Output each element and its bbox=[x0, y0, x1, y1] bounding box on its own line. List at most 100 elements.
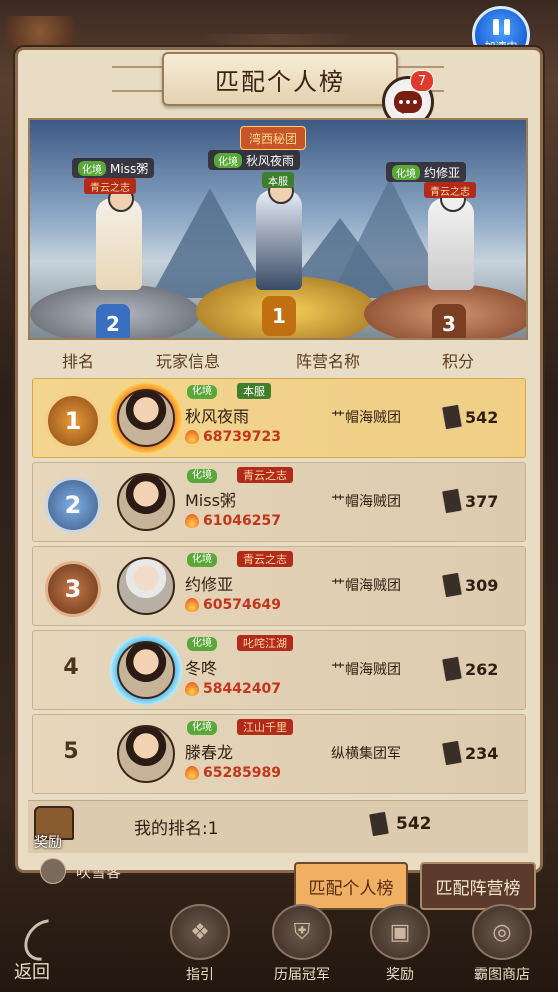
player-name: 约修亚 bbox=[185, 575, 234, 594]
table-row[interactable]: 5 化境 江山千里 滕春龙 65285989 纵横集团军 234 bbox=[32, 714, 526, 794]
realm-tag: 化境 bbox=[187, 721, 217, 735]
rank-medal-bronze-icon: 3 bbox=[45, 561, 101, 617]
faction-name: 艹帽海贼团 bbox=[331, 410, 401, 426]
score-number: 234 bbox=[465, 743, 499, 763]
nameplate-second: 化境 Miss粥 bbox=[72, 158, 155, 178]
table-row[interactable]: 1 化境 本服 秋风夜雨 68739723 艹帽海贼团 542 bbox=[32, 378, 526, 458]
page-title: 匹配个人榜 bbox=[162, 52, 398, 106]
score-number: 262 bbox=[465, 659, 499, 679]
server-tag: 青云之志 bbox=[237, 551, 293, 567]
col-player: 玩家信息 bbox=[155, 352, 220, 371]
back-label: 返回 bbox=[14, 962, 50, 983]
table-header: 排名 玩家信息 阵营名称 积分 bbox=[28, 342, 528, 378]
server-tag: 青云之志 bbox=[237, 467, 293, 483]
power-value: 68739723 bbox=[185, 429, 281, 445]
server-tag: 叱咤江湖 bbox=[237, 635, 293, 651]
podium-scene: 2 1 3 化境 Miss粥 青云之志 化境 秋风夜雨 本服 化境 约修亚 青云… bbox=[28, 118, 528, 340]
flame-icon bbox=[185, 598, 199, 612]
nameplate-third: 化境 约修亚 bbox=[386, 162, 467, 182]
power-number: 60574649 bbox=[203, 597, 281, 613]
realm-tag: 化境 bbox=[187, 469, 217, 483]
podium-name-second: Miss粥 bbox=[110, 161, 149, 176]
my-score-number: 542 bbox=[396, 814, 432, 834]
token-icon bbox=[368, 810, 390, 838]
avatar[interactable] bbox=[117, 473, 175, 531]
player-name: 冬咚 bbox=[185, 659, 218, 678]
reward-button[interactable]: 奖励 bbox=[30, 802, 74, 854]
character-first[interactable] bbox=[256, 190, 302, 290]
chest-icon: ▣ bbox=[370, 904, 430, 960]
faction-name: 纵横集团军 bbox=[331, 746, 401, 762]
my-rank-text: 我的排名:1 bbox=[134, 819, 219, 839]
score-number: 309 bbox=[465, 575, 499, 595]
power-value: 60574649 bbox=[185, 597, 281, 613]
reward-label: 奖励 bbox=[34, 835, 62, 851]
realm-tag: 化境 bbox=[187, 637, 217, 651]
power-number: 65285989 bbox=[203, 765, 281, 781]
background-player-name: 吹雪客 bbox=[76, 862, 122, 881]
table-row[interactable]: 3 化境 青云之志 约修亚 60574649 艹帽海贼团 309 bbox=[32, 546, 526, 626]
chat-icon bbox=[394, 91, 422, 114]
rank-medal-silver-icon: 2 bbox=[45, 477, 101, 533]
server-tag-third: 青云之志 bbox=[424, 182, 476, 198]
table-row[interactable]: 2 化境 青云之志 Miss粥 61046257 艹帽海贼团 377 bbox=[32, 462, 526, 542]
score-value: 309 bbox=[441, 571, 499, 599]
back-button[interactable]: 返回 bbox=[14, 911, 74, 984]
flame-icon bbox=[185, 514, 199, 528]
faction-name: 艹帽海贼团 bbox=[331, 662, 401, 678]
nav-champions-label: 历届冠军 bbox=[274, 967, 330, 983]
nav-reward-label: 奖励 bbox=[386, 967, 414, 983]
token-icon bbox=[441, 403, 463, 431]
podium-rank-third: 3 bbox=[432, 304, 466, 338]
avatar bbox=[40, 858, 66, 884]
podium-rank-first: 1 bbox=[262, 296, 296, 336]
tab-faction-ranking[interactable]: 匹配阵营榜 bbox=[420, 862, 536, 910]
server-tag: 江山千里 bbox=[237, 719, 293, 735]
realm-tag: 化境 bbox=[187, 553, 217, 567]
table-row[interactable]: 4 化境 叱咤江湖 冬咚 58442407 艹帽海贼团 262 bbox=[32, 630, 526, 710]
power-value: 61046257 bbox=[185, 513, 281, 529]
flame-icon bbox=[185, 430, 199, 444]
nav-reward[interactable]: ▣ 奖励 bbox=[370, 904, 430, 984]
podium-name-first: 秋风夜雨 bbox=[246, 153, 295, 168]
score-value: 234 bbox=[441, 739, 499, 767]
avatar[interactable] bbox=[117, 725, 175, 783]
guild-banner: 湾西秘团 bbox=[240, 126, 307, 150]
avatar[interactable] bbox=[117, 641, 175, 699]
tab-personal-ranking[interactable]: 匹配个人榜 bbox=[294, 862, 408, 910]
realm-tag: 化境 bbox=[187, 385, 217, 399]
nav-guide[interactable]: ❖ 指引 bbox=[170, 904, 230, 984]
power-value: 58442407 bbox=[185, 681, 281, 697]
power-number: 61046257 bbox=[203, 513, 281, 529]
flame-icon bbox=[185, 682, 199, 696]
title-wing-left bbox=[112, 66, 162, 92]
token-icon bbox=[441, 571, 463, 599]
avatar[interactable] bbox=[117, 389, 175, 447]
faction-name: 艹帽海贼团 bbox=[331, 494, 401, 510]
rank-number: 3 bbox=[64, 575, 82, 603]
server-tag-first: 本服 bbox=[262, 172, 294, 188]
score-number: 542 bbox=[465, 407, 499, 427]
rank-number: 2 bbox=[64, 491, 82, 519]
power-value: 65285989 bbox=[185, 765, 281, 781]
score-value: 542 bbox=[441, 403, 499, 431]
player-name: 秋风夜雨 bbox=[185, 407, 250, 426]
score-value: 262 bbox=[441, 655, 499, 683]
shield-icon: ⛨ bbox=[272, 904, 332, 960]
token-icon bbox=[441, 487, 463, 515]
event-badge-icon bbox=[0, 16, 90, 50]
coin-icon: ◎ bbox=[472, 904, 532, 960]
server-tag: 本服 bbox=[237, 383, 271, 399]
rank-medal-gold-icon: 1 bbox=[45, 393, 101, 449]
nav-champions[interactable]: ⛨ 历届冠军 bbox=[262, 904, 342, 984]
nav-shop[interactable]: ◎ 霸图商店 bbox=[462, 904, 542, 984]
flame-icon bbox=[185, 766, 199, 780]
nav-guide-label: 指引 bbox=[186, 967, 214, 983]
player-name: 滕春龙 bbox=[185, 743, 234, 762]
chat-unread-badge: 7 bbox=[410, 70, 434, 92]
background-list-item: 吹雪客 bbox=[40, 858, 290, 884]
nav-shop-label: 霸图商店 bbox=[474, 967, 530, 983]
avatar[interactable] bbox=[117, 557, 175, 615]
my-score: 542 bbox=[368, 810, 432, 838]
power-number: 68739723 bbox=[203, 429, 281, 445]
